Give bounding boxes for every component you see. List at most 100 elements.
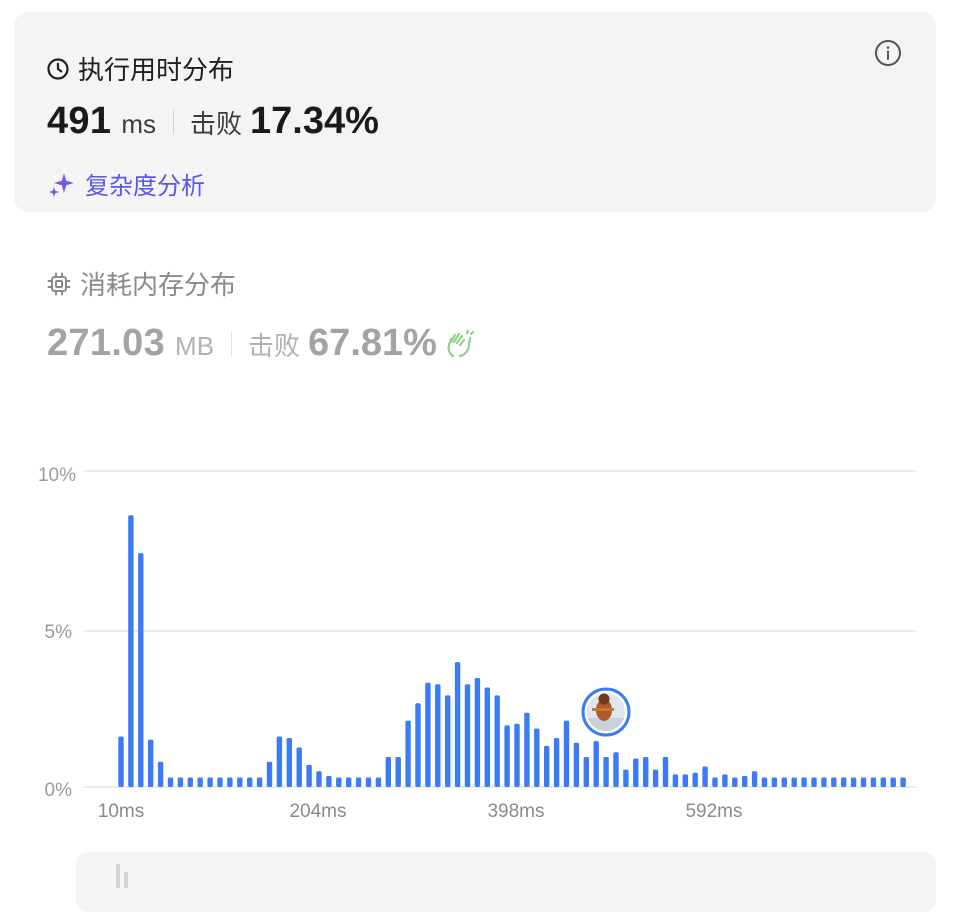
chart-bar[interactable] [266,761,273,787]
chart-bar[interactable] [454,662,461,787]
memory-beat-value: 67.81% [308,322,437,364]
runtime-title: 执行用时分布 [78,55,235,85]
chart-bar[interactable] [633,758,639,787]
chart-bar[interactable] [890,777,896,787]
chart-bar[interactable] [662,756,669,787]
chart-bar[interactable] [712,777,718,787]
chart-bar[interactable] [484,687,490,787]
chart-bar[interactable] [841,777,847,787]
chart-bar[interactable] [118,736,124,787]
chart-bar[interactable] [771,777,778,787]
chart-bar[interactable] [286,738,292,787]
chart-bar[interactable] [860,777,867,787]
chart-bar[interactable] [534,728,540,787]
chart-bar[interactable] [850,777,857,787]
chart-bar[interactable] [326,775,332,787]
memory-header[interactable]: 消耗内存分布 [46,265,236,302]
memory-value: 271.03 [47,322,166,364]
chart-bar[interactable] [672,774,679,787]
chart-bar[interactable] [128,515,134,787]
complexity-analysis-link[interactable]: 复杂度分析 [47,166,205,201]
memory-chip-icon [46,271,72,297]
chart-bar[interactable] [811,777,817,787]
chart-bar[interactable] [445,695,451,787]
divider [172,109,174,134]
memory-metric-row: 271.03 MB 击败 67.81% [47,322,475,365]
chart-bar[interactable] [524,712,530,787]
chart-bar[interactable] [831,777,837,787]
chart-bar[interactable] [355,777,362,787]
chart-bar[interactable] [207,777,213,787]
chart-bar[interactable] [256,777,263,787]
chart-bar[interactable] [682,774,688,787]
chart-bar[interactable] [623,769,629,787]
chart-bar[interactable] [336,777,342,787]
chart-bar[interactable] [435,684,441,787]
chart-bar[interactable] [177,777,184,787]
chart-bar[interactable] [573,742,580,787]
y-tick-label: 10% [38,465,76,486]
chart-bar[interactable] [870,777,877,787]
chart-bar[interactable] [197,777,203,787]
chart-bar[interactable] [781,777,787,787]
chart-bar[interactable] [504,725,510,787]
chart-bar[interactable] [880,777,886,787]
chart-bar[interactable] [742,775,748,787]
chart-bar[interactable] [316,771,322,787]
chart-bar[interactable] [296,747,302,788]
chart-bar[interactable] [583,756,589,787]
chart-bar[interactable] [346,777,352,787]
chart-bar[interactable] [167,777,174,787]
info-icon[interactable] [874,39,902,67]
chart-bar[interactable] [217,777,223,787]
runtime-unit: ms [121,109,156,139]
clock-icon [46,57,70,81]
divider [231,331,233,356]
chart-bar[interactable] [306,764,312,787]
chart-bar[interactable] [148,739,154,787]
bar-chart-icon [116,864,132,888]
chart-bar[interactable] [544,745,550,787]
next-card [76,852,936,912]
chart-bar[interactable] [593,741,599,787]
chart-bar[interactable] [514,723,520,787]
chart-bar[interactable] [643,756,649,787]
chart-bar[interactable] [603,756,609,787]
chart-bar[interactable] [652,769,659,787]
chart-bar[interactable] [227,777,233,787]
chart-bar[interactable] [276,736,283,787]
chart-bar[interactable] [900,777,906,787]
chart-bar[interactable] [494,695,500,787]
chart-bar[interactable] [395,756,401,787]
chart-bar[interactable] [791,777,797,787]
chart-bar[interactable] [801,777,807,787]
memory-unit: MB [175,331,215,361]
chart-bar[interactable] [751,771,758,787]
chart-bar[interactable] [247,777,253,787]
chart-bar[interactable] [425,682,431,787]
chart-bar[interactable] [415,703,421,787]
chart-bar[interactable] [375,777,382,787]
x-tick-label: 10ms [98,801,144,822]
chart-bar[interactable] [187,777,193,787]
chart-bar[interactable] [138,553,144,787]
chart-bar[interactable] [474,677,481,787]
chart-bar[interactable] [761,777,768,787]
chart-bar[interactable] [157,761,164,787]
chart-bar[interactable] [553,738,560,787]
chart-bar[interactable] [464,684,471,787]
user-avatar-marker[interactable] [581,687,631,737]
chart-bar[interactable] [702,766,708,787]
chart-bar[interactable] [237,777,243,787]
runtime-beat-label: 击败 [189,109,242,139]
chart-bar[interactable] [722,774,728,787]
chart-bar[interactable] [365,777,372,787]
chart-bar[interactable] [692,772,698,787]
chart-bar[interactable] [613,752,619,787]
chart-bar[interactable] [405,720,411,787]
chart-bar[interactable] [563,720,570,787]
chart-bar[interactable] [821,777,827,787]
chart-bar[interactable] [385,756,391,787]
x-axis-labels: 10ms 204ms 398ms 592ms [98,801,743,822]
chart-bar[interactable] [732,777,738,787]
